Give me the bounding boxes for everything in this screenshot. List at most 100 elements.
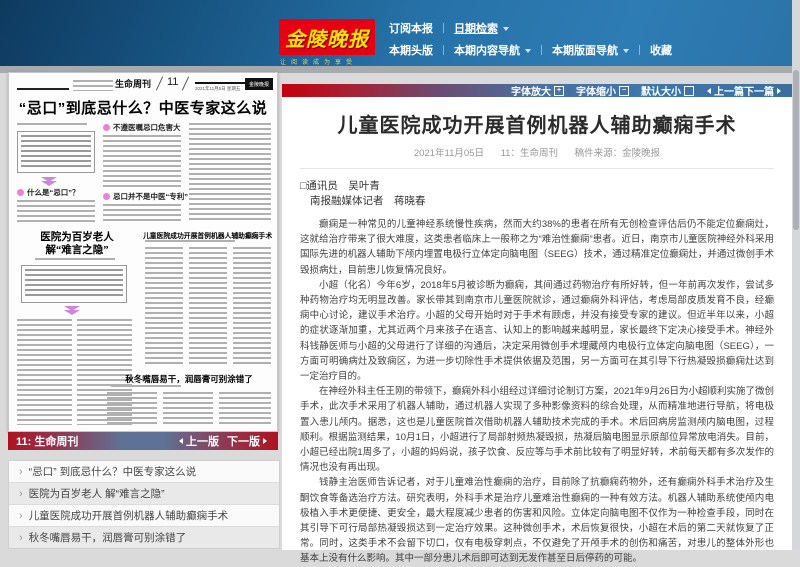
masthead-slash: [181, 76, 190, 91]
arrow-right-icon: [263, 438, 270, 444]
article-link[interactable]: › 医院为百岁老人 解“难言之隐”: [9, 482, 279, 504]
nav-divider: [639, 45, 640, 55]
preview-headline-story4: 秋冬嘴唇易干，润唇膏可别涂错了: [125, 374, 253, 384]
next-page-button[interactable]: 下一版: [227, 433, 270, 449]
header-nav-row1: 订阅本报 日期检索: [389, 20, 509, 36]
pink-dot-icon: [17, 189, 24, 196]
arrow-left-icon: [704, 87, 711, 94]
preview-section-1: 什么是“忌口”？: [17, 187, 80, 198]
chevron-down-icon: [623, 48, 629, 56]
nav-front-page-link[interactable]: 本期头版: [389, 42, 433, 58]
preview-headline-story3: 儿童医院成功开展首例机器人辅助癫痫手术: [143, 233, 273, 240]
chevron-down-icon: [525, 48, 531, 56]
site-logo-text: 金陵晚报: [285, 28, 369, 51]
nav-divider: [443, 23, 444, 33]
article-date: 2021年11月05日: [413, 148, 484, 159]
article-link-list: › “忌口” 到底忌什么？中医专家这么说 › 医院为百岁老人 解“难言之隐” › 儿童…: [8, 460, 280, 549]
article-meta: 2021年11月05日 11：生命周刊 稿件来源：金陵晚报: [300, 145, 774, 159]
preview-text-lines: [103, 204, 181, 223]
preview-intro-box: [17, 131, 95, 173]
article-body: 癫痫是一种常见的儿童神经系统慢性疾病，然而大约38%的患者在所有无创检查评估后仍…: [300, 217, 774, 567]
prev-page-button[interactable]: 上一版: [166, 433, 219, 449]
chevron-right-icon: ›: [19, 531, 23, 544]
chevron-down-icon: [503, 26, 509, 34]
site-tagline: 让阅读成为享受: [280, 60, 358, 66]
article-byline: □通讯员 吴叶青 南报融媒体记者 蒋晓春: [300, 179, 774, 209]
masthead-date: 2021年11月5日 星期五: [195, 86, 241, 91]
preview-intro-box: [21, 265, 127, 303]
article-link[interactable]: › 儿童医院成功开展首例机器人辅助癫痫手术: [9, 504, 279, 526]
preview-text-lines: [189, 247, 227, 367]
site-header: 金陵晚报 让阅读成为享受 订阅本报 日期检索 本期头版 本期内容导航 本期版面导…: [0, 0, 800, 66]
masthead-rule: [17, 88, 69, 90]
arrow-left-icon: [176, 438, 183, 444]
nav-page-nav-link[interactable]: 本期版面导航: [552, 42, 629, 58]
masthead-weekly-name: 生命周刊: [115, 79, 152, 89]
nav-divider: [541, 45, 542, 55]
chevron-right-icon: ›: [19, 509, 23, 522]
font-shrink-button[interactable]: 字体缩小 −: [576, 83, 629, 98]
preview-section-2: 不遵医嘱忌口危害大: [103, 122, 181, 133]
pink-dot-icon: [103, 124, 110, 131]
article-paragraph: 癫痫是一种常见的儿童神经系统慢性疾病，然而大约38%的患者在所有无创检查评估后仍…: [300, 219, 774, 276]
preview-byline-lines: [145, 240, 235, 243]
plus-box-icon: +: [554, 85, 564, 96]
preview-page-bar: 11: 生命周刊 上一版 下一版: [8, 432, 278, 450]
preview-text-lines: [17, 200, 95, 223]
article-byline-correspondent: □通讯员 吴叶青: [300, 180, 380, 192]
article-content: 儿童医院成功开展首例机器人辅助癫痫手术 2021年11月05日 11：生命周刊 …: [282, 97, 792, 564]
divider: [300, 168, 774, 169]
preview-page-label: 11: 生命周刊: [16, 436, 79, 448]
site-logo[interactable]: 金陵晚报: [279, 19, 375, 55]
minus-box-icon: −: [619, 85, 629, 96]
arrow-right-icon: [777, 87, 784, 94]
preview-text-lines: [219, 392, 271, 425]
preview-intro-lines: [25, 269, 123, 299]
masthead-badge: 金陵晚报: [245, 78, 273, 90]
article-paragraph: 在神经外科主任王刚的带领下，癫痫外科小组经过详细讨论制订方案，2021年9月26…: [300, 386, 774, 474]
preview-headline-main: “忌口”到底忌什么？中医专家这么说: [18, 100, 268, 117]
article-source: 稿件来源：金陵晚报: [574, 148, 661, 159]
chevron-right-icon: ›: [19, 487, 23, 500]
preview-text-lines: [103, 135, 181, 187]
scrollbar[interactable]: [792, 0, 800, 550]
nav-subscribe-link[interactable]: 订阅本报: [389, 20, 433, 36]
nav-date-search-link[interactable]: 日期检索: [454, 20, 509, 36]
preview-text-lines: [233, 247, 271, 367]
preview-byline-lines: [111, 385, 181, 388]
article-link[interactable]: › “忌口” 到底忌什么？中医专家这么说: [9, 461, 279, 482]
nav-favorite-link[interactable]: 收藏: [650, 42, 672, 58]
masthead-page-number: 11: [167, 76, 179, 88]
pink-dot-icon: [103, 193, 110, 200]
newspaper-page-preview[interactable]: 生命周刊 11 2021年11月5日 星期五 金陵晚报 “忌口”到底忌什么？中医…: [8, 72, 278, 432]
preview-text-lines: [107, 392, 157, 425]
next-article-button[interactable]: 下一篇: [744, 83, 784, 98]
masthead-slash: [155, 76, 164, 91]
header-nav-row2: 本期头版 本期内容导航 本期版面导航 收藏: [389, 42, 672, 58]
masthead-info-lines: [73, 80, 113, 91]
font-enlarge-button[interactable]: 字体放大 +: [511, 83, 564, 98]
preview-byline-lines: [17, 123, 87, 127]
article-paragraph: 钱静主治医师告诉记者，对于儿童难治性癫痫的治疗，目前除了抗癫痫药物外，还有癫痫外…: [300, 477, 774, 565]
font-default-button[interactable]: 默认大小: [641, 83, 694, 98]
article-title: 儿童医院成功开展首例机器人辅助癫痫手术: [337, 115, 737, 137]
preview-intro-lines: [21, 135, 91, 169]
prev-article-button[interactable]: 上一篇: [694, 83, 744, 98]
nav-divider: [443, 45, 444, 55]
scrollbar-thumb[interactable]: [793, 70, 799, 230]
box-icon: [684, 85, 694, 96]
preview-text-lines: [189, 123, 271, 223]
chevron-right-icon: ›: [19, 465, 23, 478]
article-section: 11：生命周刊: [500, 148, 558, 159]
preview-text-lines: [163, 392, 213, 425]
nav-content-nav-link[interactable]: 本期内容导航: [454, 42, 531, 58]
article-toolbar: 字体放大 + 字体缩小 − 默认大小 上一篇 下一篇: [282, 83, 792, 98]
preview-headline-story2-line2: 解“难言之隐”: [45, 245, 109, 256]
article-link[interactable]: › 秋冬嘴唇易干，润唇膏可别涂错了: [9, 526, 279, 548]
preview-text-lines: [145, 247, 183, 367]
preview-section-3: 忌口并不是中医“专利”: [103, 191, 188, 202]
article-byline-reporter: 南报融媒体记者 蒋晓春: [310, 195, 426, 207]
article-paragraph: 小超（化名）今年6岁，2018年5月被诊断为癫痫，其间通过药物治疗有所好转，但一…: [300, 279, 774, 383]
preview-text-lines: [17, 319, 72, 425]
preview-byline-lines: [35, 258, 115, 262]
